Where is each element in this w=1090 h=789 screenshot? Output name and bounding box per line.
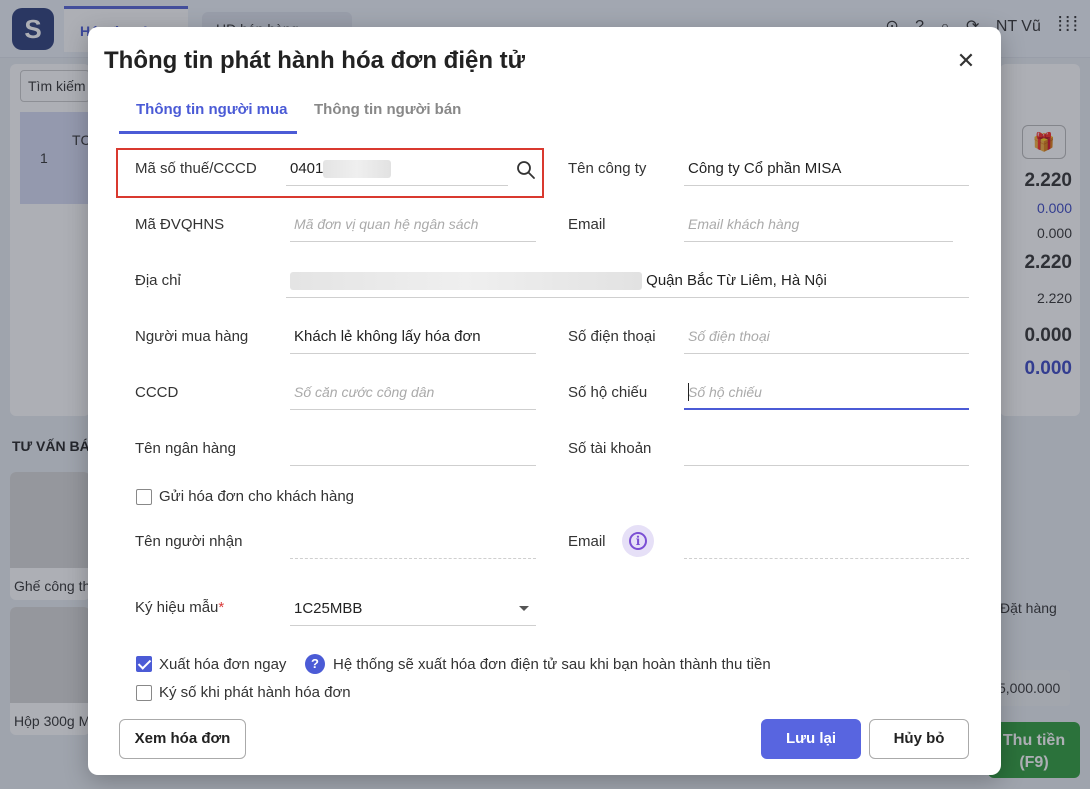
save-button[interactable]: Lưu lại xyxy=(761,719,861,759)
recipient-input[interactable] xyxy=(290,525,536,559)
tab-buyer-info[interactable]: Thông tin người mua xyxy=(136,101,288,118)
phone-input[interactable]: Số điện thoại xyxy=(684,320,969,354)
redacted-text xyxy=(323,160,392,179)
dialog-title: Thông tin phát hành hóa đơn điện tử xyxy=(104,47,526,74)
company-input[interactable]: Công ty Cổ phần MISA xyxy=(684,152,969,186)
required-mark: * xyxy=(218,599,225,616)
recipient-email-input[interactable] xyxy=(684,525,969,559)
tax-code-label: Mã số thuế/CCCD xyxy=(135,160,257,177)
id-card-input[interactable]: Số căn cước công dân xyxy=(290,376,536,410)
budget-code-input[interactable]: Mã đơn vị quan hệ ngân sách xyxy=(290,208,536,242)
search-icon[interactable] xyxy=(516,160,536,180)
issue-now-label[interactable]: Xuất hóa đơn ngay xyxy=(159,656,286,673)
active-tab-indicator xyxy=(119,131,297,134)
company-label: Tên công ty xyxy=(568,160,647,177)
tax-code-value: 0401 xyxy=(290,160,324,177)
email-input[interactable]: Email khách hàng xyxy=(684,208,953,242)
address-input[interactable]: Quận Bắc Từ Liêm, Hà Nội xyxy=(286,264,969,298)
recipient-email-label: Email xyxy=(568,533,606,550)
digital-sign-label[interactable]: Ký số khi phát hành hóa đơn xyxy=(159,684,351,701)
address-label: Địa chỉ xyxy=(135,272,181,289)
tax-code-input[interactable]: 0401 xyxy=(286,152,508,186)
send-invoice-label[interactable]: Gửi hóa đơn cho khách hàng xyxy=(159,488,354,505)
email-label: Email xyxy=(568,216,606,233)
address-value: Quận Bắc Từ Liêm, Hà Nội xyxy=(646,272,827,289)
id-card-label: CCCD xyxy=(135,384,179,401)
passport-label: Số hộ chiếu xyxy=(568,384,648,401)
info-glyph: i xyxy=(629,532,647,550)
template-select[interactable]: 1C25MBB xyxy=(290,592,536,626)
bank-name-label: Tên ngân hàng xyxy=(135,440,236,457)
passport-input[interactable]: Số hộ chiếu xyxy=(684,376,969,410)
info-icon[interactable]: i xyxy=(622,525,654,557)
phone-label: Số điện thoại xyxy=(568,328,656,345)
account-no-input[interactable] xyxy=(684,432,969,466)
issue-now-checkbox[interactable] xyxy=(136,656,152,672)
buyer-label: Người mua hàng xyxy=(135,328,249,345)
bank-name-input[interactable] xyxy=(290,432,536,466)
invoice-issue-dialog: Thông tin phát hành hóa đơn điện tử ✕ Th… xyxy=(88,27,1001,775)
tab-seller-info[interactable]: Thông tin người bán xyxy=(314,101,461,118)
template-label-text: Ký hiệu mẫu xyxy=(135,599,219,616)
digital-sign-checkbox[interactable] xyxy=(136,685,152,701)
cancel-button[interactable]: Hủy bỏ xyxy=(869,719,969,759)
template-label: Ký hiệu mẫu* xyxy=(135,599,224,616)
buyer-input[interactable]: Khách lẻ không lấy hóa đơn xyxy=(290,320,536,354)
issue-note: Hệ thống sẽ xuất hóa đơn điện tử sau khi… xyxy=(333,656,771,673)
recipient-label: Tên người nhận xyxy=(135,533,243,550)
redacted-text xyxy=(290,272,642,291)
send-invoice-checkbox[interactable] xyxy=(136,489,152,505)
help-icon[interactable]: ? xyxy=(305,654,325,674)
preview-invoice-button[interactable]: Xem hóa đơn xyxy=(119,719,246,759)
chevron-down-icon[interactable] xyxy=(519,606,529,611)
close-icon[interactable]: ✕ xyxy=(954,49,978,73)
account-no-label: Số tài khoản xyxy=(568,440,652,457)
budget-code-label: Mã ĐVQHNS xyxy=(135,216,225,233)
